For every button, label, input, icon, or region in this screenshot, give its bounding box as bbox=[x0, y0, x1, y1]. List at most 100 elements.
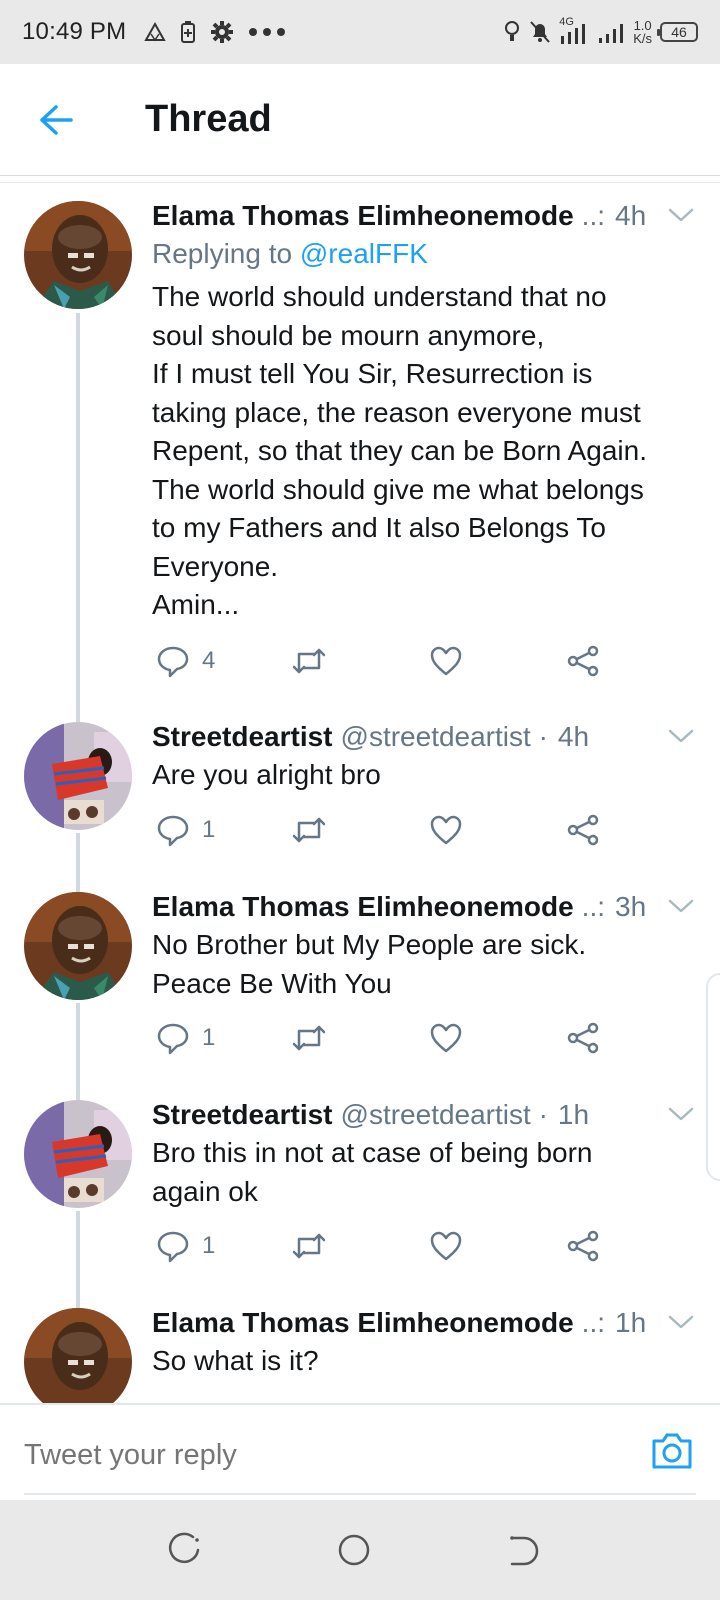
mute-icon bbox=[530, 21, 550, 43]
avatar[interactable] bbox=[24, 892, 132, 1000]
tweet-body: Streetdeartist @streetdeartist · 1h Bro … bbox=[152, 1096, 696, 1211]
reply-composer bbox=[0, 1403, 720, 1500]
tweet-header: Streetdeartist @streetdeartist · 4h bbox=[152, 718, 696, 756]
tweet-menu-button[interactable] bbox=[668, 1106, 694, 1127]
retweet-button[interactable] bbox=[290, 641, 328, 681]
tweet[interactable]: Streetdeartist @streetdeartist · 1h Bro … bbox=[0, 1096, 720, 1304]
author-name[interactable]: Elama Thomas Elimheonemode bbox=[152, 1304, 574, 1342]
reply-input[interactable] bbox=[24, 1435, 584, 1475]
avatar-photo bbox=[24, 892, 132, 1000]
thread-connector bbox=[76, 1211, 80, 1304]
share-icon bbox=[567, 1230, 599, 1262]
reply-button[interactable]: 1 bbox=[156, 810, 215, 850]
tweet-actions: 1 bbox=[152, 1226, 612, 1266]
nav-back-button[interactable] bbox=[506, 1532, 542, 1568]
battery-level: 46 bbox=[671, 24, 687, 40]
tweet-actions: 1 bbox=[152, 810, 612, 850]
scroll-handle[interactable] bbox=[706, 973, 720, 1181]
status-right-icons: 4G 1.0 K/s 46 bbox=[503, 16, 698, 46]
tweet[interactable]: Streetdeartist @streetdeartist · 4h Are … bbox=[0, 718, 720, 888]
more-dots-icon bbox=[249, 28, 286, 36]
thread-feed[interactable]: Elama Thomas Elimheonemode ..: 4h Replyi… bbox=[0, 183, 720, 1403]
reply-count: 1 bbox=[202, 1232, 216, 1259]
tweet-menu-button[interactable] bbox=[668, 1314, 694, 1335]
signal-icon bbox=[561, 24, 586, 44]
avatar[interactable] bbox=[24, 1100, 132, 1208]
retweet-icon bbox=[292, 648, 326, 674]
author-name[interactable]: Streetdeartist bbox=[152, 1096, 333, 1134]
tweet[interactable]: Elama Thomas Elimheonemode ..: 4h Replyi… bbox=[0, 183, 720, 718]
reply-count: 4 bbox=[202, 647, 216, 674]
retweet-button[interactable] bbox=[290, 810, 328, 850]
thread-connector bbox=[76, 833, 80, 888]
location-icon bbox=[505, 21, 520, 41]
tweet-body: Elama Thomas Elimheonemode ..: 4h Replyi… bbox=[152, 197, 696, 625]
tweet-text: Bro this in not at case of being born ag… bbox=[152, 1137, 593, 1207]
retweet-icon bbox=[292, 1025, 326, 1051]
reply-icon bbox=[157, 646, 189, 678]
tweet-time: 3h bbox=[615, 891, 647, 922]
share-button[interactable] bbox=[566, 810, 600, 850]
page-title: Thread bbox=[145, 98, 272, 140]
like-button[interactable] bbox=[429, 810, 463, 850]
recents-button[interactable] bbox=[167, 1532, 203, 1568]
tweet-actions: 1 bbox=[152, 1018, 612, 1058]
back-icon bbox=[510, 1536, 539, 1566]
tweet[interactable]: Elama Thomas Elimheonemode ..: 1h So wha… bbox=[0, 1304, 720, 1403]
camera-button[interactable] bbox=[650, 1431, 694, 1475]
author-name[interactable]: Elama Thomas Elimheonemode bbox=[152, 888, 574, 926]
tweet-body: Streetdeartist @streetdeartist · 4h Are … bbox=[152, 718, 696, 795]
tweet-menu-button[interactable] bbox=[668, 207, 694, 228]
retweet-icon bbox=[292, 1233, 326, 1259]
retweet-button[interactable] bbox=[290, 1018, 328, 1058]
top-app-bar: Thread bbox=[0, 64, 720, 176]
tweet-time: 1h bbox=[557, 1099, 590, 1130]
reply-button[interactable]: 1 bbox=[156, 1018, 215, 1058]
tweet-body: Elama Thomas Elimheonemode ..: 3h No Bro… bbox=[152, 888, 696, 1003]
author-handle: ..: bbox=[581, 1307, 606, 1338]
chevron-down-icon bbox=[668, 1107, 694, 1121]
reply-button[interactable]: 1 bbox=[156, 1226, 215, 1266]
share-button[interactable] bbox=[566, 641, 600, 681]
arrow-left-icon bbox=[40, 104, 73, 135]
avatar[interactable] bbox=[24, 722, 132, 830]
chevron-down-icon bbox=[668, 208, 694, 222]
retweet-button[interactable] bbox=[290, 1226, 328, 1266]
reply-button[interactable]: 4 bbox=[156, 641, 215, 681]
tweet-time: 4h bbox=[615, 200, 647, 231]
tweet-header: Elama Thomas Elimheonemode ..: 1h bbox=[152, 1304, 696, 1342]
mention-link[interactable]: @realFFK bbox=[300, 238, 428, 269]
share-icon bbox=[567, 814, 599, 846]
author-name[interactable]: Streetdeartist bbox=[152, 718, 333, 756]
system-nav-bar bbox=[0, 1500, 720, 1600]
like-button[interactable] bbox=[429, 1018, 463, 1058]
avatar[interactable] bbox=[24, 201, 132, 309]
status-bar: 10:49 PM 4G 1.0 K/s 46 bbox=[0, 0, 720, 64]
battery-saver-icon bbox=[181, 21, 196, 43]
thread-connector bbox=[76, 313, 80, 718]
tweet[interactable]: Elama Thomas Elimheonemode ..: 3h No Bro… bbox=[0, 888, 720, 1096]
share-button[interactable] bbox=[566, 1226, 600, 1266]
recents-icon bbox=[168, 1532, 200, 1564]
network-speed: 1.0 K/s bbox=[633, 19, 652, 45]
tweet-header: Streetdeartist @streetdeartist · 1h bbox=[152, 1096, 696, 1134]
home-button[interactable] bbox=[336, 1532, 372, 1568]
triangle-icon bbox=[144, 21, 167, 42]
avatar-photo bbox=[24, 1308, 132, 1403]
reply-icon bbox=[157, 815, 189, 847]
back-button[interactable] bbox=[0, 64, 112, 176]
replying-label: Replying to bbox=[152, 238, 293, 269]
heart-icon bbox=[430, 646, 462, 676]
author-handle: ..: bbox=[581, 200, 606, 231]
thread-connector bbox=[76, 1003, 80, 1096]
tweet-menu-button[interactable] bbox=[668, 728, 694, 749]
retweet-icon bbox=[292, 817, 326, 843]
like-button[interactable] bbox=[429, 1226, 463, 1266]
author-handle: @streetdeartist · bbox=[340, 1099, 548, 1130]
avatar[interactable] bbox=[24, 1308, 132, 1403]
tweet-menu-button[interactable] bbox=[668, 898, 694, 919]
share-button[interactable] bbox=[566, 1018, 600, 1058]
avatar-photo bbox=[24, 201, 132, 309]
like-button[interactable] bbox=[429, 641, 463, 681]
author-name[interactable]: Elama Thomas Elimheonemode bbox=[152, 197, 574, 235]
